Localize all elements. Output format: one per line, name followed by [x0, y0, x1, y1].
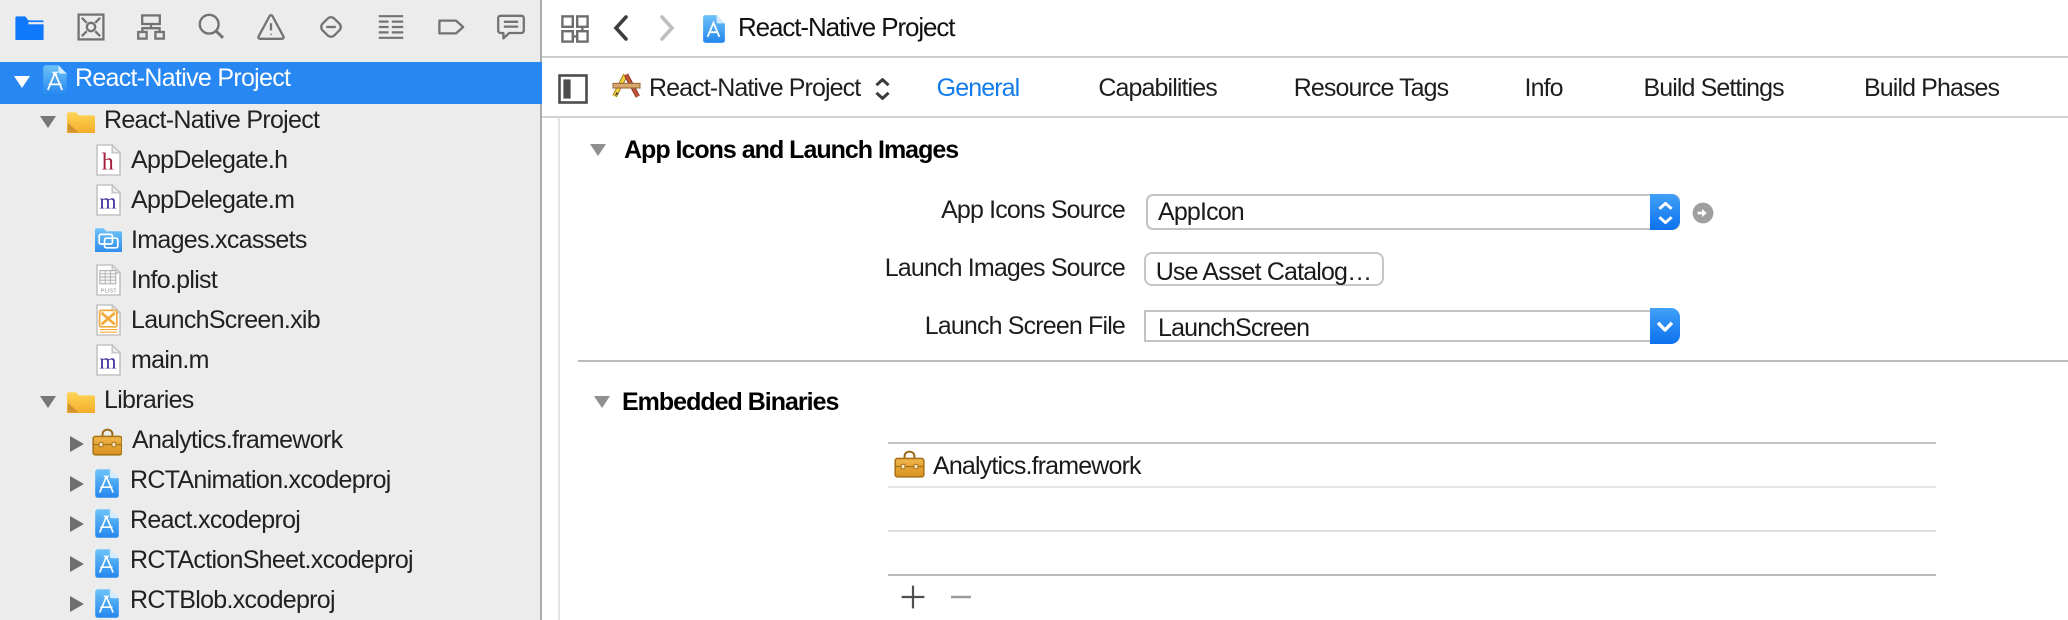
- svg-text:PLIST: PLIST: [101, 289, 118, 295]
- svg-text:h: h: [102, 150, 114, 176]
- svg-text:m: m: [99, 189, 116, 214]
- svg-text:m: m: [99, 349, 116, 374]
